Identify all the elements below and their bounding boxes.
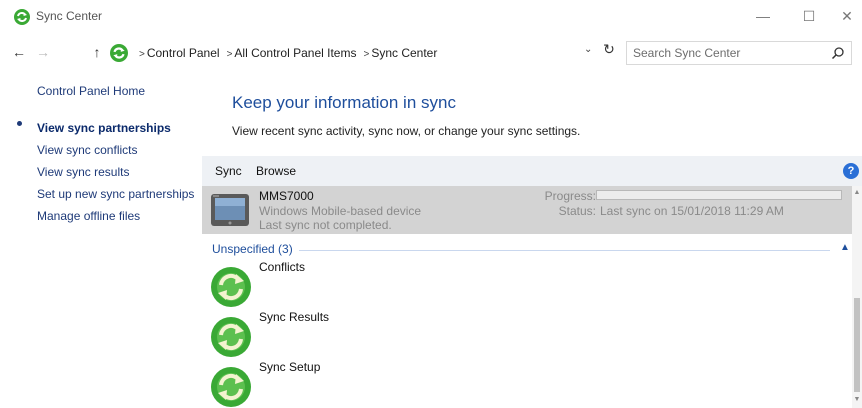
search-input[interactable]: [633, 45, 823, 61]
breadcrumb-control-panel[interactable]: Control Panel: [147, 46, 220, 60]
scroll-up-icon[interactable]: ▲: [852, 189, 862, 196]
breadcrumb: > Control Panel > All Control Panel Items > S…: [134, 46, 439, 60]
browse-button[interactable]: Browse: [256, 164, 296, 178]
address-bar: ← → ↑ > Control Panel > All Control Panel I…: [0, 39, 862, 67]
chevron-right-icon: >: [363, 49, 370, 60]
view-sync-conflicts-link[interactable]: View sync conflicts: [37, 143, 137, 157]
title-bar: Sync Center — ☐ ✕: [0, 0, 862, 32]
sync-icon: [211, 367, 251, 407]
back-arrow-icon[interactable]: ←: [10, 44, 28, 60]
status-label: Status:: [558, 204, 596, 218]
help-icon[interactable]: ?: [843, 163, 859, 179]
control-panel-home-link[interactable]: Control Panel Home: [37, 84, 145, 98]
page-title: Keep your information in sync: [232, 93, 456, 112]
group-header[interactable]: Unspecified (3) ▲: [212, 242, 850, 258]
partnership-list: MMS7000 Windows Mobile-based device Last…: [202, 186, 852, 408]
set-up-sync-partnerships-link[interactable]: Set up new sync partnerships: [37, 187, 194, 201]
list-item-sync-setup[interactable]: Sync Setup: [210, 360, 510, 408]
vertical-scrollbar[interactable]: ▲ ▼: [852, 186, 862, 408]
item-label: Conflicts: [259, 260, 306, 274]
breadcrumb-all-items[interactable]: All Control Panel Items: [234, 46, 356, 60]
refresh-icon[interactable]: ↻: [598, 41, 620, 58]
group-label: Unspecified (3): [212, 242, 299, 256]
search-icon[interactable]: [831, 46, 845, 60]
sync-button[interactable]: Sync: [215, 164, 242, 178]
sync-center-icon: [110, 44, 128, 62]
forward-arrow-icon[interactable]: →: [34, 44, 52, 60]
up-arrow-icon[interactable]: ↑: [88, 44, 106, 60]
manage-offline-files-link[interactable]: Manage offline files: [37, 209, 140, 223]
mobile-device-icon: [211, 194, 249, 226]
view-sync-results-link[interactable]: View sync results: [37, 165, 129, 179]
sync-icon: [211, 267, 251, 307]
chevron-up-icon[interactable]: ▲: [840, 242, 850, 253]
breadcrumb-sync-center[interactable]: Sync Center: [371, 46, 437, 60]
chevron-right-icon: >: [226, 49, 233, 60]
page-description: View recent sync activity, sync now, or …: [232, 124, 581, 138]
item-label: Sync Results: [259, 310, 330, 324]
chevron-down-icon[interactable]: ⌄: [584, 44, 592, 55]
address-field[interactable]: > Control Panel > All Control Panel Items > S…: [108, 41, 620, 65]
view-sync-partnerships-link[interactable]: View sync partnerships: [37, 121, 171, 135]
bullet-icon: [17, 121, 22, 126]
device-name: MMS7000: [259, 189, 314, 203]
window-title: Sync Center: [36, 9, 103, 23]
list-item-conflicts[interactable]: Conflicts: [210, 260, 510, 308]
device-row-selected[interactable]: MMS7000 Windows Mobile-based device Last…: [202, 186, 852, 234]
sync-icon: [211, 317, 251, 357]
device-sync-state: Last sync not completed.: [259, 218, 392, 232]
progress-label: Progress:: [544, 189, 596, 203]
sync-center-icon: [14, 9, 30, 25]
device-type: Windows Mobile-based device: [259, 204, 422, 218]
scroll-thumb[interactable]: [854, 298, 860, 392]
item-label: Sync Setup: [259, 360, 321, 374]
search-box: [626, 41, 852, 65]
command-bar: Sync Browse ?: [202, 156, 862, 186]
status-value: Last sync on 15/01/2018 11:29 AM: [600, 204, 784, 218]
progress-bar: [596, 190, 842, 200]
group-divider: [212, 250, 830, 251]
scroll-down-icon[interactable]: ▼: [852, 396, 862, 403]
minimize-button[interactable]: —: [740, 0, 786, 32]
close-button[interactable]: ✕: [824, 0, 862, 32]
chevron-right-icon: >: [139, 49, 145, 60]
list-item-sync-results[interactable]: Sync Results: [210, 310, 510, 358]
